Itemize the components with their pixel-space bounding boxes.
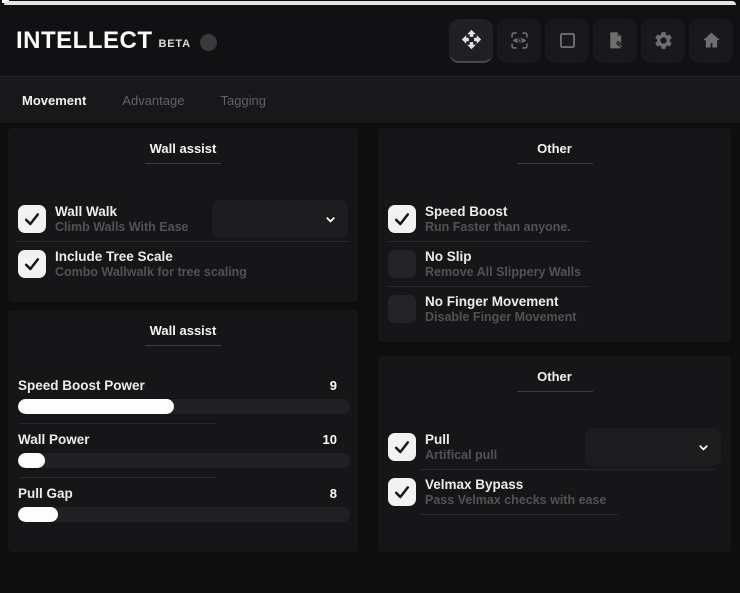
title-underline	[516, 163, 593, 164]
tab-advantage[interactable]: Advantage	[122, 93, 184, 108]
speed-boost-checkbox[interactable]	[388, 205, 416, 233]
pull-checkbox[interactable]	[388, 433, 416, 461]
panel-title: Other	[537, 369, 572, 384]
home-icon	[702, 32, 720, 48]
home-button[interactable]	[689, 18, 733, 63]
slider-fill	[18, 453, 45, 468]
include-tree-scale-checkbox[interactable]	[18, 250, 46, 278]
check-icon	[394, 486, 410, 499]
row-label: Speed Boost	[425, 203, 508, 219]
row-label: Pull	[425, 431, 450, 447]
check-icon	[24, 258, 40, 271]
panel-title: Other	[537, 141, 572, 156]
panel-wall-assist-sliders: Wall assist Speed Boost Power 9 Wall Pow…	[8, 310, 358, 552]
wall-walk-checkbox[interactable]	[18, 205, 46, 233]
script-file-icon	[609, 32, 623, 49]
row-desc: Run Faster than anyone.	[425, 219, 571, 234]
row-desc: Remove All Slippery Walls	[425, 264, 582, 279]
slider-value: 9	[329, 378, 337, 393]
check-icon	[394, 441, 410, 454]
toggle-row-velmax-bypass: Velmax Bypass Pass Velmax checks with ea…	[378, 470, 731, 514]
toggle-row-speed-boost: Speed Boost Run Faster than anyone.	[378, 197, 731, 241]
toggle-row-no-slip: No Slip Remove All Slippery Walls	[378, 242, 731, 286]
move-button[interactable]	[449, 18, 493, 63]
settings-button[interactable]	[641, 18, 685, 63]
row-desc: Pass Velmax checks with ease	[425, 492, 607, 507]
slider-label: Wall Power	[18, 432, 90, 447]
chevron-down-icon	[326, 216, 335, 222]
tab-movement[interactable]: Movement	[22, 93, 86, 108]
panel-wall-assist-toggles: Wall assist Wall Walk Climb Walls With E…	[8, 128, 358, 302]
no-finger-movement-checkbox[interactable]	[388, 295, 416, 323]
aim-eye-button[interactable]	[497, 18, 541, 63]
slider-label: Pull Gap	[18, 486, 73, 501]
slider-group-wall-power: Wall Power 10	[18, 432, 350, 468]
slider-value: 10	[322, 432, 337, 447]
wall-walk-dropdown[interactable]	[212, 200, 348, 238]
speed-boost-power-slider[interactable]	[18, 399, 350, 414]
settings-gear-icon	[654, 32, 672, 49]
slider-label: Speed Boost Power	[18, 378, 145, 393]
row-label: No Finger Movement	[425, 293, 559, 309]
tab-tagging[interactable]: Tagging	[220, 93, 266, 108]
brand: INTELLECT BETA	[16, 27, 217, 55]
wall-power-slider[interactable]	[18, 453, 350, 468]
app-title: INTELLECT	[16, 26, 153, 54]
esp-box-icon	[559, 32, 575, 49]
title-underline	[516, 391, 593, 392]
slider-fill	[18, 399, 175, 414]
pull-gap-slider[interactable]	[18, 507, 350, 522]
row-divider	[420, 514, 618, 515]
aim-eye-icon	[510, 32, 528, 49]
toggle-row-pull: Pull Artifical pull	[378, 425, 731, 469]
row-label: Include Tree Scale	[55, 248, 173, 264]
row-desc: Artifical pull	[425, 447, 498, 462]
esp-box-button[interactable]	[545, 18, 589, 63]
beta-badge: BETA	[158, 37, 191, 50]
row-label: Wall Walk	[55, 203, 118, 219]
no-slip-checkbox[interactable]	[388, 250, 416, 278]
slider-divider	[19, 423, 216, 424]
row-desc: Climb Walls With Ease	[55, 219, 189, 234]
row-desc: Combo Wallwalk for tree scaling	[55, 264, 247, 279]
header-toolbar	[449, 18, 733, 63]
row-label: No Slip	[425, 248, 472, 264]
intellect-window: INTELLECT BETA Movement Advantage Taggin…	[0, 0, 740, 593]
tab-bar: Movement Advantage Tagging	[0, 76, 740, 123]
toggle-row-wall-walk: Wall Walk Climb Walls With Ease	[8, 197, 358, 241]
slider-group-pull-gap: Pull Gap 8	[18, 486, 350, 522]
slider-divider	[19, 477, 216, 478]
chevron-down-icon	[699, 444, 708, 450]
header: INTELLECT BETA	[0, 5, 740, 76]
row-desc: Disable Finger Movement	[425, 309, 577, 324]
row-text: Include Tree Scale Combo Wallwalk for tr…	[55, 249, 247, 280]
velmax-bypass-checkbox[interactable]	[388, 478, 416, 506]
panel-other-pull: Other Pull Artifical pull Velmax Bypass …	[378, 356, 731, 552]
slider-value: 8	[329, 486, 337, 501]
row-text: Velmax Bypass Pass Velmax checks with ea…	[425, 477, 606, 508]
row-text: Wall Walk Climb Walls With Ease	[55, 204, 188, 235]
panel-other-toggles: Other Speed Boost Run Faster than anyone…	[378, 128, 731, 342]
pull-dropdown[interactable]	[585, 428, 721, 466]
row-text: No Finger Movement Disable Finger Moveme…	[425, 294, 576, 325]
script-file-button[interactable]	[593, 18, 637, 63]
row-text: No Slip Remove All Slippery Walls	[425, 249, 581, 280]
row-text: Speed Boost Run Faster than anyone.	[425, 204, 571, 235]
row-text: Pull Artifical pull	[425, 432, 497, 463]
title-underline	[145, 345, 221, 346]
status-dot	[199, 34, 217, 51]
slider-fill	[18, 507, 58, 522]
toggle-row-no-finger-movement: No Finger Movement Disable Finger Moveme…	[378, 287, 731, 331]
move-icon	[461, 29, 481, 50]
check-icon	[24, 213, 40, 226]
slider-group-speed-boost-power: Speed Boost Power 9	[18, 378, 350, 414]
row-label: Velmax Bypass	[425, 476, 524, 492]
toggle-row-include-tree-scale: Include Tree Scale Combo Wallwalk for tr…	[8, 242, 358, 286]
title-underline	[145, 163, 221, 164]
panel-title: Wall assist	[149, 323, 217, 338]
panel-title: Wall assist	[149, 141, 217, 156]
check-icon	[394, 213, 410, 226]
